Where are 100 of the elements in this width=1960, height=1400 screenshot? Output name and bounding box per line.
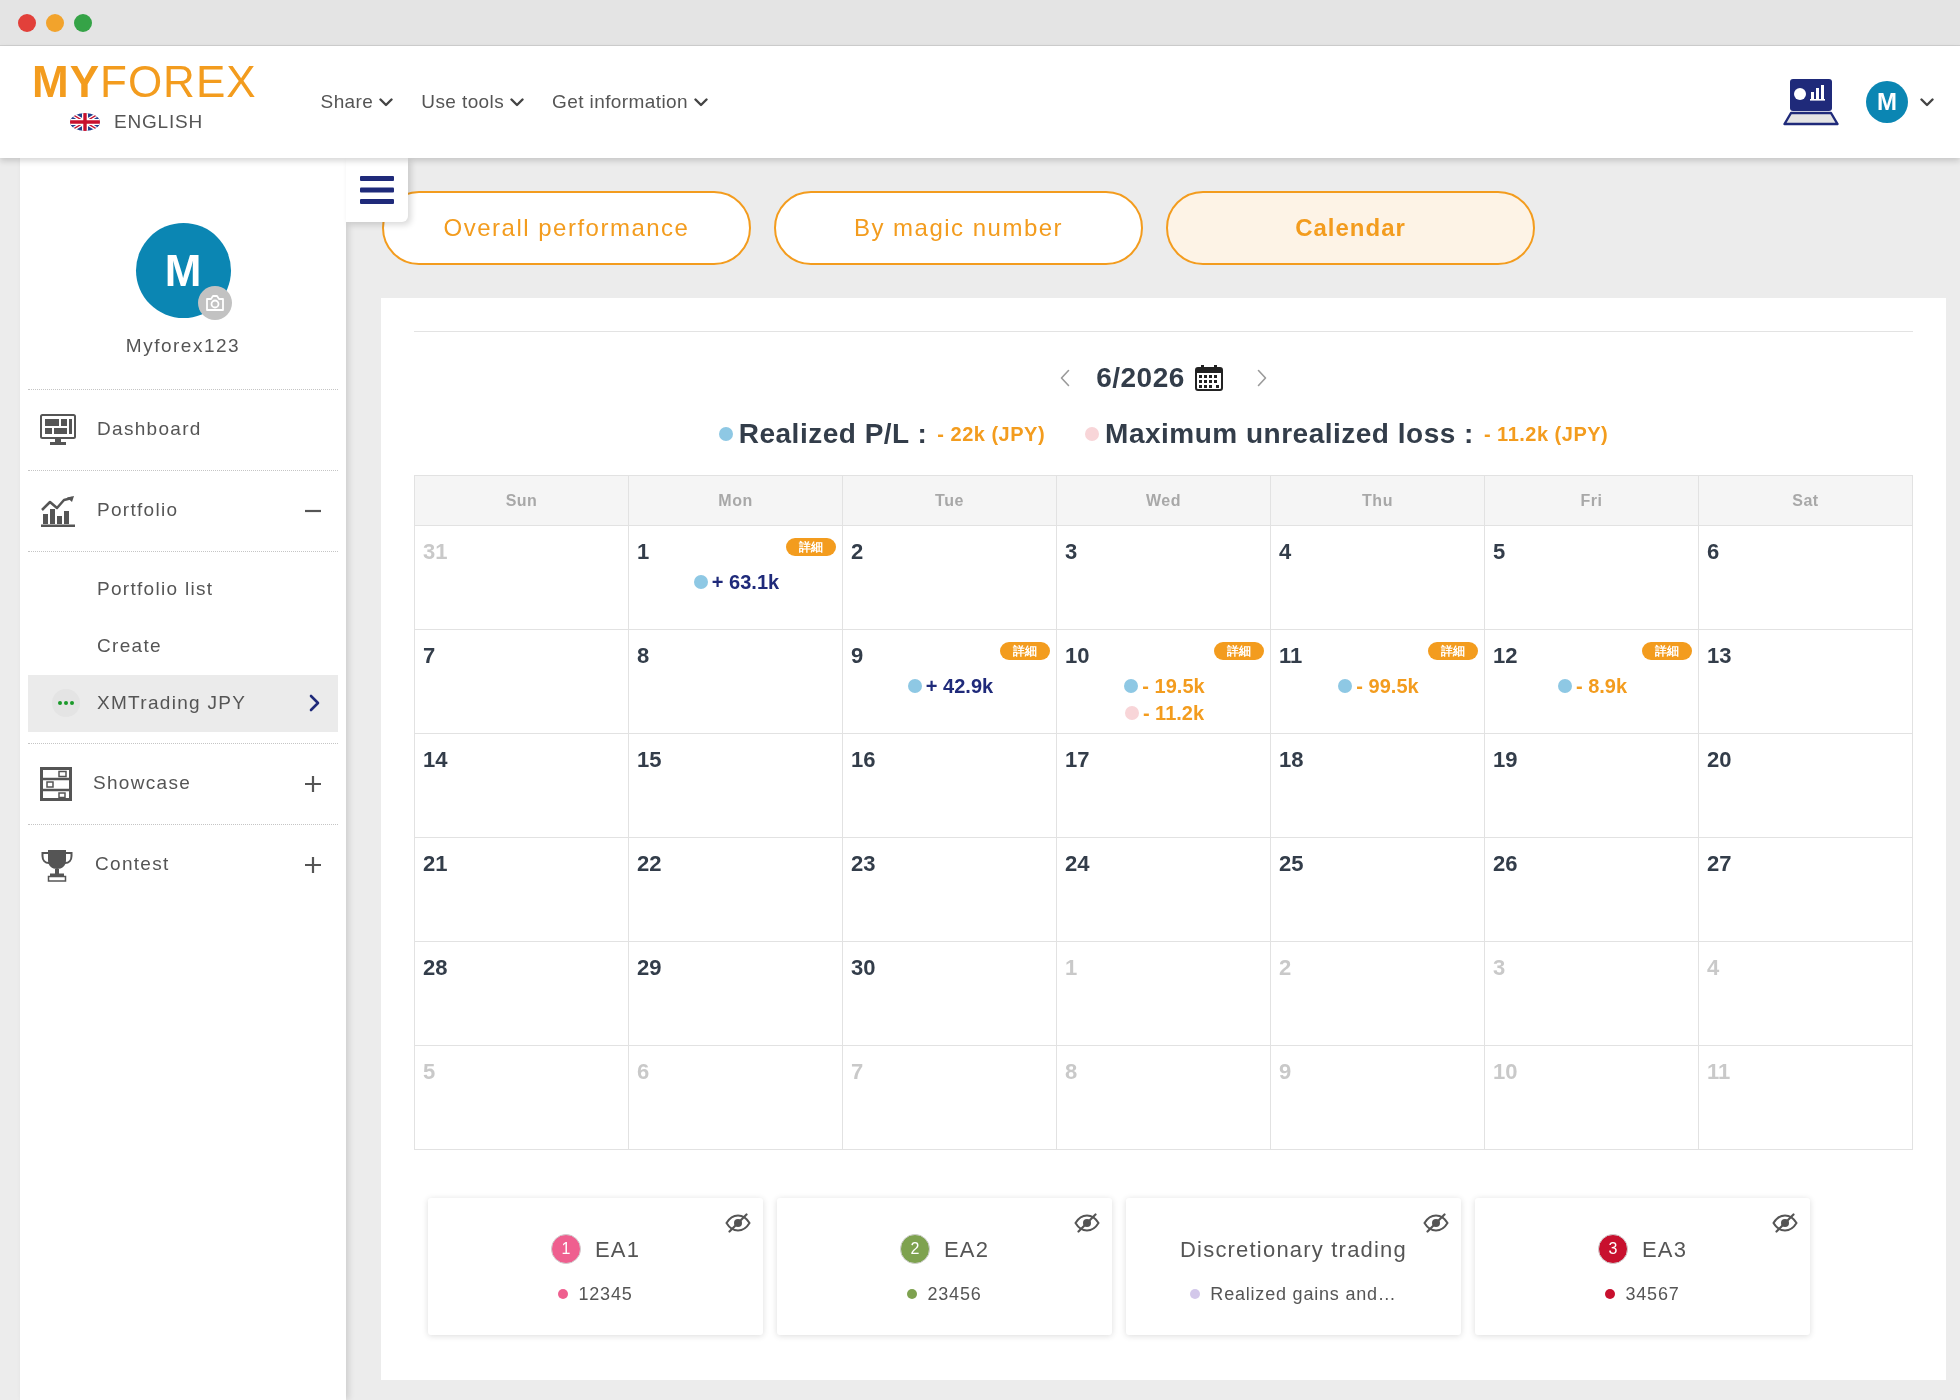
day-number: 1 bbox=[637, 538, 650, 566]
day-number: 2 bbox=[851, 538, 864, 566]
username: Myforex123 bbox=[124, 334, 242, 358]
number-badge: 3 bbox=[1597, 1234, 1628, 1264]
calendar-icon[interactable] bbox=[1194, 365, 1223, 391]
day-number: 18 bbox=[1279, 746, 1304, 774]
strategy-name: EA3 bbox=[1641, 1235, 1688, 1264]
strategy-detail: Realized gains and… bbox=[1210, 1282, 1397, 1306]
sidebar-item[interactable]: Dashboard bbox=[28, 388, 338, 470]
nav-menu-button[interactable]: Share bbox=[320, 87, 394, 117]
profit-loss-value: - 99.5k bbox=[1356, 673, 1419, 699]
day-number: 19 bbox=[1493, 746, 1518, 774]
window-close-button[interactable] bbox=[18, 13, 36, 32]
caret-icon bbox=[379, 97, 394, 107]
caret-icon bbox=[694, 97, 708, 107]
nav-menu-button[interactable]: Get information bbox=[552, 87, 708, 117]
day-number: 15 bbox=[637, 746, 662, 774]
day-number: 16 bbox=[851, 746, 876, 774]
day-number: 17 bbox=[1065, 746, 1090, 774]
sidebar-item[interactable]: Contest bbox=[28, 823, 338, 905]
day-number: 4 bbox=[1279, 538, 1292, 566]
dots-icon bbox=[52, 689, 80, 717]
day-number: 25 bbox=[1279, 850, 1304, 878]
sidebar-subitem[interactable]: Create bbox=[28, 617, 338, 675]
caret-icon[interactable] bbox=[1920, 97, 1934, 107]
monitor-icon bbox=[40, 414, 76, 445]
profit-loss-value: + 42.9k bbox=[925, 673, 994, 699]
eye-slash-icon[interactable] bbox=[1074, 1213, 1100, 1233]
strategy-detail: 12345 bbox=[578, 1282, 633, 1306]
language-selector[interactable]: ENGLISH bbox=[32, 108, 203, 137]
eye-slash-icon[interactable] bbox=[1772, 1213, 1798, 1233]
trophy-icon bbox=[40, 847, 74, 882]
day-number: 3 bbox=[1065, 538, 1078, 566]
day-number: 24 bbox=[1065, 850, 1090, 878]
caret-icon bbox=[510, 97, 525, 107]
window-zoom-button[interactable] bbox=[74, 13, 92, 32]
sidebar-item[interactable]: Showcase bbox=[28, 742, 338, 824]
chevron-left-icon[interactable] bbox=[1060, 369, 1071, 387]
day-number: 12 bbox=[1493, 642, 1518, 670]
day-number: 28 bbox=[423, 954, 448, 982]
plus-icon[interactable] bbox=[304, 855, 322, 874]
day-number: 9 bbox=[851, 642, 864, 670]
profit-loss-value: - 8.9k bbox=[1575, 673, 1628, 699]
day-number: 14 bbox=[423, 746, 448, 774]
day-number: 13 bbox=[1707, 642, 1732, 670]
number-badge: 2 bbox=[899, 1234, 930, 1264]
weekday-header: Tue bbox=[843, 476, 1057, 526]
profit-loss-value: - 11.2k bbox=[1142, 700, 1205, 726]
chevron-right-icon bbox=[309, 694, 320, 712]
profit-loss-value: + 63.1k bbox=[711, 569, 780, 595]
eye-slash-icon[interactable] bbox=[725, 1213, 751, 1233]
strategy-detail: 34567 bbox=[1625, 1282, 1680, 1306]
sidebar-subitem[interactable]: Portfolio list bbox=[28, 560, 338, 618]
legend-value: - 22k (JPY) bbox=[937, 422, 1046, 447]
day-number: 10 bbox=[1065, 642, 1090, 670]
sidebar-subitem[interactable]: XMTrading JPY bbox=[28, 674, 338, 732]
logo: MYFOREX bbox=[32, 60, 257, 104]
chevron-right-icon[interactable] bbox=[1256, 369, 1267, 387]
day-number: 7 bbox=[423, 642, 436, 670]
day-number: 6 bbox=[1707, 538, 1720, 566]
day-number: 22 bbox=[637, 850, 662, 878]
bar-chart-icon bbox=[40, 494, 76, 527]
strategy-name: EA2 bbox=[943, 1235, 990, 1264]
day-number: 11 bbox=[1279, 642, 1303, 670]
flag-icon bbox=[70, 113, 100, 132]
camera-icon[interactable] bbox=[197, 286, 232, 320]
month-label: 6/2026 bbox=[1096, 361, 1185, 395]
weekday-header: Thu bbox=[1271, 476, 1485, 526]
computer-icon[interactable] bbox=[1783, 78, 1839, 126]
weekday-header: Mon bbox=[629, 476, 843, 526]
menu-button[interactable] bbox=[346, 158, 408, 222]
legend-label: Maximum unrealized loss : bbox=[1105, 417, 1474, 451]
plus-icon[interactable] bbox=[304, 774, 322, 793]
day-number: 20 bbox=[1707, 746, 1732, 774]
weekday-header: Wed bbox=[1057, 476, 1271, 526]
strategy-name: EA1 bbox=[594, 1235, 641, 1264]
day-number: 21 bbox=[423, 850, 448, 878]
profit-loss-value: - 19.5k bbox=[1142, 673, 1205, 699]
sidebar-item[interactable]: Portfolio bbox=[28, 469, 338, 551]
strategy-detail: 23456 bbox=[927, 1282, 982, 1306]
menu-icon bbox=[360, 176, 394, 204]
day-number: 23 bbox=[851, 850, 876, 878]
user-avatar[interactable]: M bbox=[1866, 81, 1908, 123]
weekday-header: Sun bbox=[415, 476, 629, 526]
day-number: 5 bbox=[1493, 538, 1506, 566]
profile-avatar: M bbox=[135, 223, 231, 318]
day-number: 8 bbox=[637, 642, 650, 670]
nav-menu-button[interactable]: Use tools bbox=[421, 87, 525, 117]
number-badge: 1 bbox=[550, 1234, 581, 1264]
weekday-header: Fri bbox=[1485, 476, 1699, 526]
legend-label: Realized P/L : bbox=[738, 417, 928, 451]
legend-value: - 11.2k (JPY) bbox=[1483, 422, 1609, 447]
strategy-name: Discretionary trading bbox=[1180, 1235, 1407, 1264]
day-number: 26 bbox=[1493, 850, 1518, 878]
day-number: 27 bbox=[1707, 850, 1732, 878]
day-number: 29 bbox=[637, 954, 662, 982]
eye-slash-icon[interactable] bbox=[1423, 1213, 1449, 1233]
weekday-header: Sat bbox=[1699, 476, 1913, 526]
day-number: 30 bbox=[851, 954, 876, 982]
cabinet-icon bbox=[40, 766, 72, 801]
